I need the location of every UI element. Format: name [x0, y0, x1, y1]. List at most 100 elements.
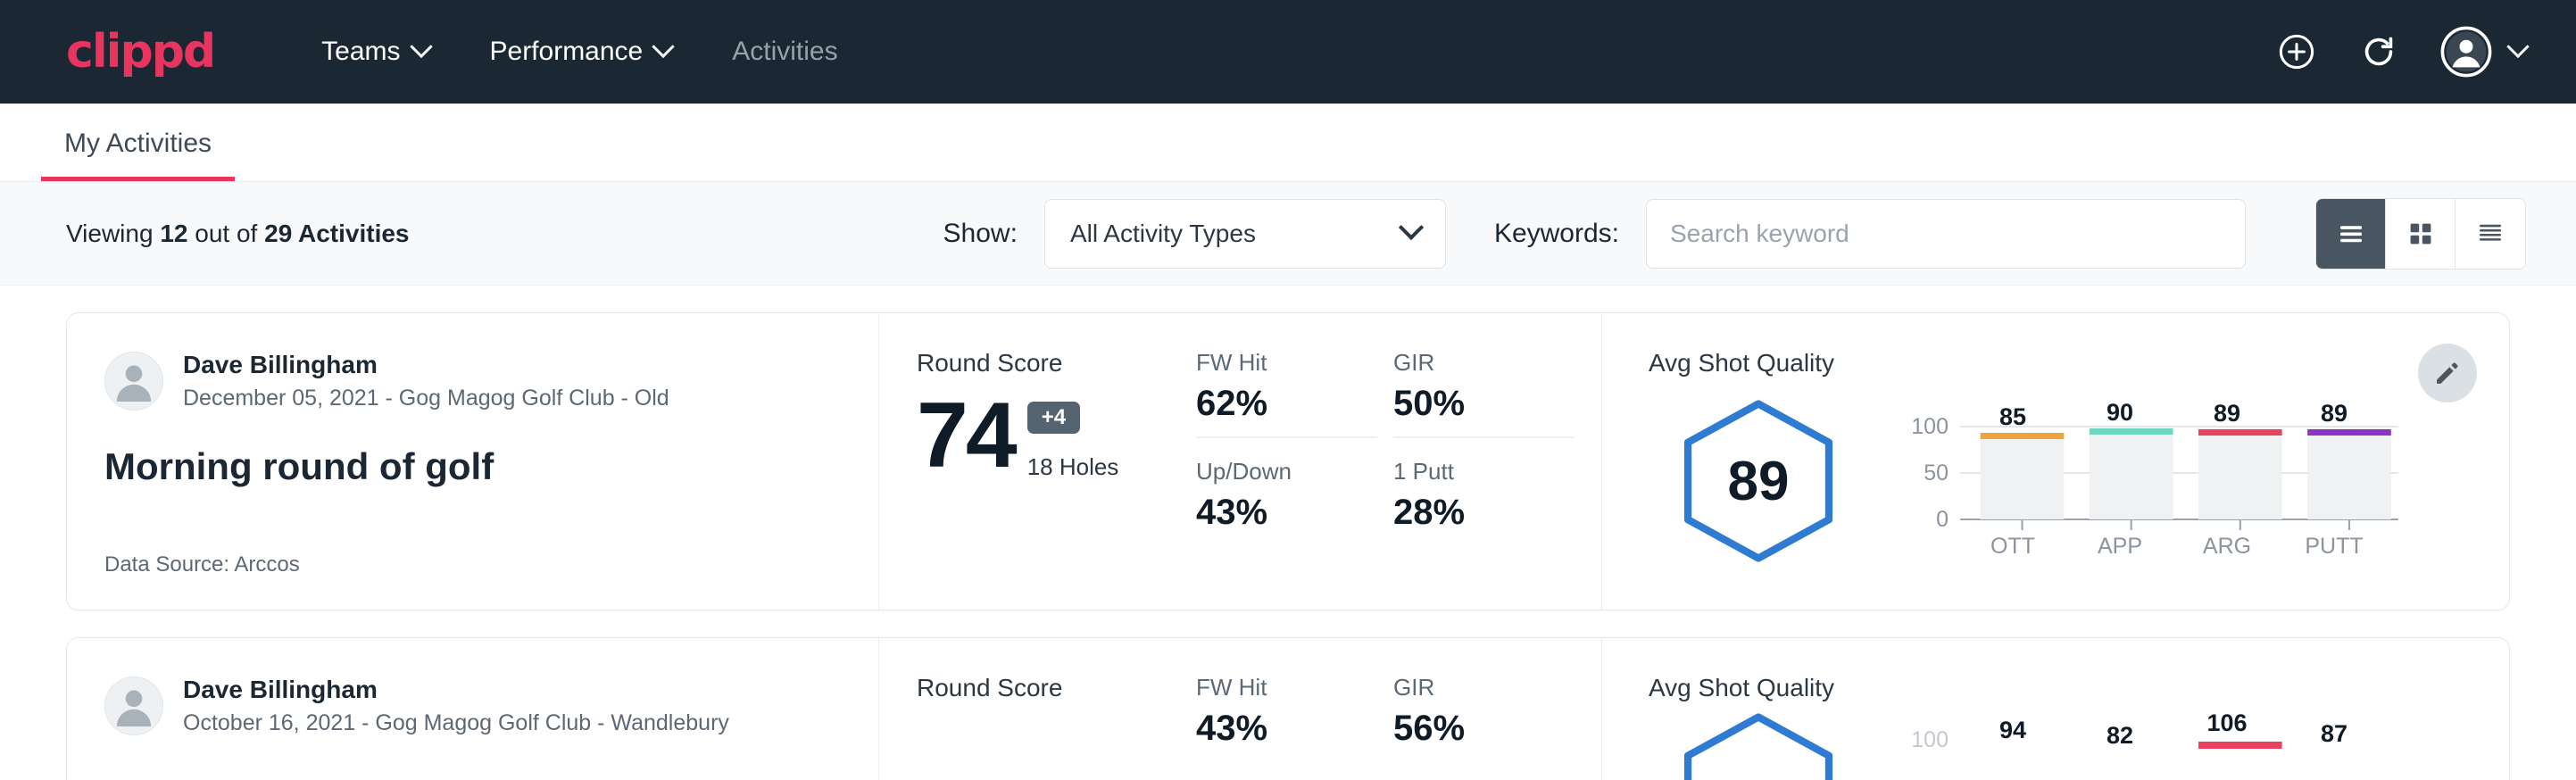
- stat-fw-hit-label: FW Hit: [1196, 349, 1377, 377]
- activity-meta: October 16, 2021 - Gog Magog Golf Club -…: [183, 709, 729, 738]
- round-score-column: Round Score 74 +4 18 Holes: [879, 313, 1196, 610]
- main-nav-links: Teams Performance Activities: [321, 37, 837, 67]
- pencil-icon: [2432, 358, 2463, 388]
- bar-value-putt: 87: [2285, 720, 2383, 748]
- app-logo[interactable]: clippd: [66, 25, 214, 79]
- viewing-total: 29 Activities: [264, 220, 409, 247]
- viewing-count-text: Viewing 12 out of 29 Activities: [66, 220, 410, 248]
- y-tick-100: 100: [1893, 414, 1949, 440]
- x-tick-arg: ARG: [2178, 534, 2276, 560]
- round-score-column: Round Score: [879, 638, 1196, 780]
- stat-gir-label: GIR: [1393, 674, 1575, 701]
- score-to-par-badge: +4: [1027, 402, 1080, 434]
- stat-up-down-value: 43%: [1196, 493, 1377, 533]
- stat-one-putt: 1 Putt 28%: [1393, 458, 1575, 545]
- account-avatar-icon: [2440, 26, 2492, 78]
- shot-quality-bar-chart: 100 94 82 106 87: [1893, 709, 2402, 780]
- x-tick-putt: PUTT: [2285, 534, 2383, 560]
- player-info: Dave Billingham October 16, 2021 - Gog M…: [183, 674, 729, 738]
- bar-value-ott: 94: [1964, 717, 2062, 744]
- bar-value-arg: 106: [2178, 709, 2276, 737]
- top-navigation-bar: clippd Teams Performance Activities: [0, 0, 2576, 104]
- activity-card[interactable]: Dave Billingham October 16, 2021 - Gog M…: [66, 637, 2510, 780]
- chevron-down-icon: [410, 36, 432, 58]
- account-menu[interactable]: [2440, 26, 2526, 78]
- show-label: Show:: [943, 219, 1018, 249]
- avatar: [104, 676, 163, 735]
- round-score-side: +4 18 Holes: [1027, 402, 1119, 481]
- x-tick-ott: OTT: [1964, 534, 2062, 560]
- list-view-icon: [2335, 218, 2367, 250]
- data-source-label: Data Source: Arccos: [104, 552, 843, 577]
- avg-shot-quality-label: Avg Shot Quality: [1649, 349, 2402, 378]
- activity-summary-column: Dave Billingham December 05, 2021 - Gog …: [67, 313, 879, 610]
- round-score-label: Round Score: [917, 674, 1196, 702]
- viewing-prefix: Viewing: [66, 220, 154, 247]
- grid-view-button[interactable]: [2386, 199, 2456, 269]
- holes-played-label: 18 Holes: [1027, 453, 1119, 481]
- tab-bar: My Activities: [0, 104, 2576, 182]
- refresh-icon[interactable]: [2358, 31, 2399, 72]
- activity-card-list: Dave Billingham December 05, 2021 - Gog …: [0, 286, 2576, 780]
- chevron-down-icon: [652, 36, 675, 58]
- nav-item-teams[interactable]: Teams: [321, 37, 428, 67]
- stat-up-down-label: Up/Down: [1196, 458, 1377, 485]
- stat-fw-hit: FW Hit 43%: [1196, 674, 1377, 761]
- stat-fw-hit-value: 62%: [1196, 384, 1377, 424]
- bar-value-ott: 85: [1964, 403, 2062, 431]
- bar-value-putt: 89: [2285, 400, 2383, 427]
- stat-gir: GIR 50%: [1393, 349, 1575, 438]
- stat-one-putt-value: 28%: [1393, 493, 1575, 533]
- stat-fw-hit-label: FW Hit: [1196, 674, 1377, 701]
- player-header: Dave Billingham December 05, 2021 - Gog …: [104, 349, 843, 413]
- avg-shot-quality-body: 89: [1649, 385, 2402, 577]
- nav-item-activities[interactable]: Activities: [732, 37, 837, 67]
- activity-title: Morning round of golf: [104, 445, 843, 488]
- tab-my-activities-label: My Activities: [64, 129, 212, 158]
- activity-type-select-value: All Activity Types: [1070, 220, 1256, 248]
- y-tick-50: 50: [1893, 461, 1949, 486]
- avatar: [104, 352, 163, 411]
- stat-gir-value: 56%: [1393, 709, 1575, 749]
- activity-card[interactable]: Dave Billingham December 05, 2021 - Gog …: [66, 312, 2510, 610]
- stats-grid: FW Hit 43% GIR 56%: [1196, 638, 1602, 780]
- stat-fw-hit-value: 43%: [1196, 709, 1377, 749]
- quality-hexagon: [1674, 710, 1843, 780]
- x-tick-app: APP: [2071, 534, 2169, 560]
- player-name: Dave Billingham: [183, 349, 669, 380]
- avg-shot-quality-column: Avg Shot Quality 100 94 82 106: [1602, 638, 2509, 780]
- nav-item-teams-label: Teams: [321, 37, 400, 67]
- stat-one-putt-label: 1 Putt: [1393, 458, 1575, 485]
- y-tick-0: 0: [1893, 507, 1949, 533]
- activity-type-select[interactable]: All Activity Types: [1044, 199, 1446, 269]
- player-info: Dave Billingham December 05, 2021 - Gog …: [183, 349, 669, 413]
- quality-score-value: 89: [1674, 397, 1843, 565]
- grid-view-icon: [2405, 218, 2437, 250]
- keywords-label: Keywords:: [1494, 219, 1619, 249]
- nav-item-performance-label: Performance: [490, 37, 644, 67]
- person-icon: [105, 352, 162, 410]
- filter-toolbar: Viewing 12 out of 29 Activities Show: Al…: [0, 182, 2576, 286]
- activity-meta: December 05, 2021 - Gog Magog Golf Club …: [183, 384, 669, 413]
- bar-value-app: 82: [2071, 722, 2169, 750]
- compact-view-button[interactable]: [2456, 199, 2525, 269]
- avg-shot-quality-column: Avg Shot Quality 89: [1602, 313, 2509, 610]
- round-score-label: Round Score: [917, 349, 1196, 378]
- nav-item-performance[interactable]: Performance: [490, 37, 672, 67]
- hexagon-icon: [1674, 710, 1843, 780]
- bar-value-app: 90: [2071, 399, 2169, 427]
- player-header: Dave Billingham October 16, 2021 - Gog M…: [104, 674, 843, 738]
- chevron-down-icon: [1399, 214, 1424, 239]
- activity-summary-column: Dave Billingham October 16, 2021 - Gog M…: [67, 638, 879, 780]
- list-view-button[interactable]: [2316, 199, 2386, 269]
- y-tick-100: 100: [1893, 727, 1949, 753]
- edit-activity-button[interactable]: [2418, 344, 2477, 402]
- search-input[interactable]: Search keyword: [1646, 199, 2246, 269]
- nav-actions: [2276, 26, 2526, 78]
- tab-my-activities[interactable]: My Activities: [41, 129, 235, 181]
- nav-item-activities-label: Activities: [732, 37, 837, 67]
- stat-gir-label: GIR: [1393, 349, 1575, 377]
- plus-circle-icon[interactable]: [2276, 31, 2317, 72]
- stat-fw-hit: FW Hit 62%: [1196, 349, 1377, 438]
- compact-view-icon: [2474, 218, 2506, 250]
